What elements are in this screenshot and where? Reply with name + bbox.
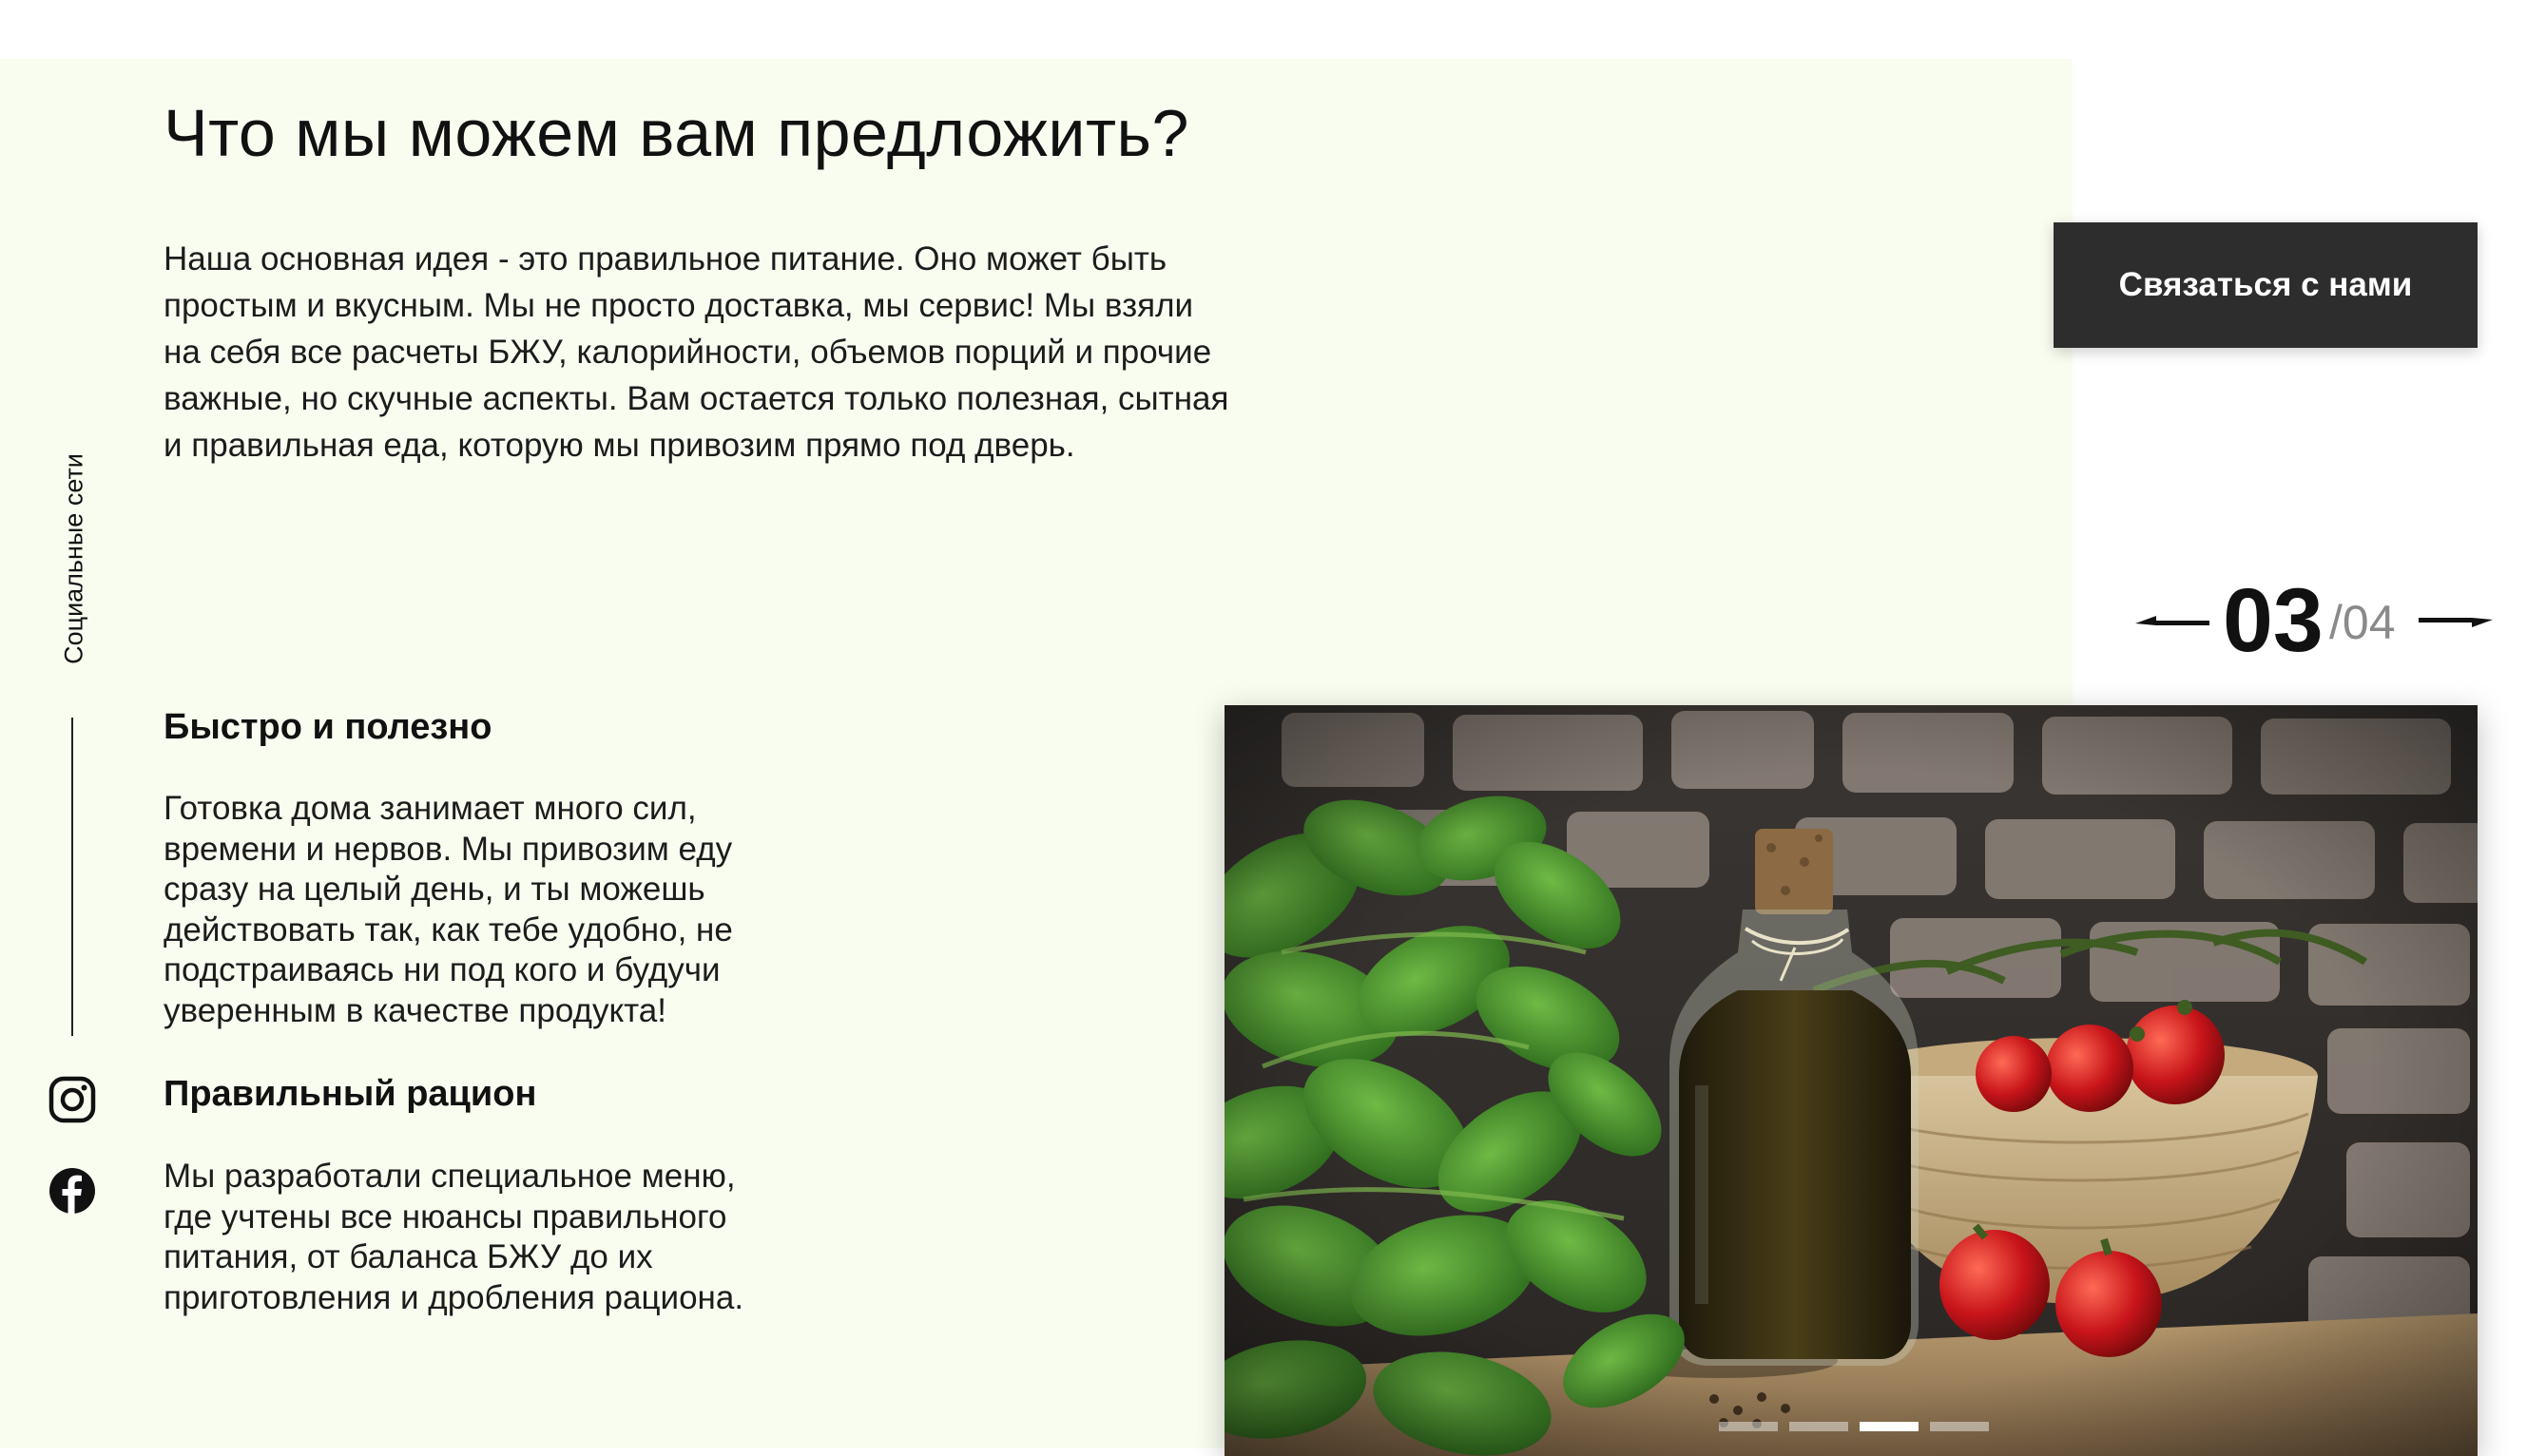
intro-line: Наша основная идея - это правильное пита… <box>164 240 1167 278</box>
slider-dots <box>1719 1422 1995 1431</box>
slider-dot[interactable] <box>1930 1422 1989 1431</box>
page-title: Что мы можем вам предложить? <box>164 96 1189 170</box>
feature-line: действовать так, как тебе удобно, не <box>164 910 733 948</box>
feature-text: Готовка дома занимает много сил, времени… <box>164 789 791 1031</box>
facebook-icon[interactable] <box>48 1167 96 1215</box>
slide-current-number: 03 <box>2223 570 2324 671</box>
slide-counter: 03 /04 <box>2133 576 2495 666</box>
feature-title: Быстро и полезно <box>164 707 492 747</box>
feature-line: Мы разработали специальное меню, <box>164 1158 736 1195</box>
intro-line: важные, но скучные аспекты. Вам остается… <box>164 380 1229 417</box>
slide-total-number: /04 <box>2329 596 2396 649</box>
feature-line: приготовления и дробления рациона. <box>164 1278 744 1316</box>
arrow-left-icon[interactable] <box>2133 612 2211 631</box>
feature-line: времени и нервов. Мы привозим еду <box>164 830 733 868</box>
feature-line: подстраиваясь ни под кого и будучи <box>164 951 721 988</box>
intro-line: на себя все расчеты БЖУ, калорийности, о… <box>164 334 1212 371</box>
social-networks-label: Социальные сети <box>59 453 88 664</box>
slider-dot[interactable] <box>1719 1422 1778 1431</box>
arrow-right-icon[interactable] <box>2417 612 2495 631</box>
intro-paragraph: Наша основная идея - это правильное пита… <box>164 236 1304 469</box>
social-divider-line <box>71 718 73 1036</box>
feature-line: Готовка дома занимает много сил, <box>164 790 697 827</box>
feature-line: питания, от баланса БЖУ до их <box>164 1238 653 1275</box>
contact-us-button[interactable]: Связаться с нами <box>2054 222 2478 348</box>
slider-dot-active[interactable] <box>1860 1422 1919 1431</box>
feature-title: Правильный рацион <box>164 1074 537 1114</box>
intro-line: простым и вкусным. Мы не просто доставка… <box>164 287 1194 324</box>
intro-line: и правильная еда, которую мы привозим пр… <box>164 427 1075 464</box>
feature-line: сразу на целый день, и ты можешь <box>164 871 705 908</box>
slider-image <box>1225 705 2478 1456</box>
slider-dot[interactable] <box>1789 1422 1848 1431</box>
instagram-icon[interactable] <box>48 1076 96 1123</box>
feature-text: Мы разработали специальное меню, где учт… <box>164 1157 791 1318</box>
feature-line: уверенным в качестве продукта! <box>164 991 666 1029</box>
feature-line: где учтены все нюансы правильного <box>164 1197 727 1236</box>
